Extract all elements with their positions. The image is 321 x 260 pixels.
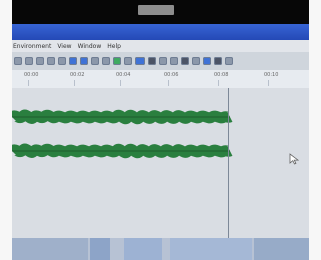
ruler-tick [168, 80, 169, 86]
glue-tool-icon[interactable] [69, 57, 77, 65]
ruler-tick [268, 80, 269, 86]
transport-icon[interactable] [214, 57, 222, 65]
track-icon[interactable] [203, 57, 211, 65]
menu-window[interactable]: Window [77, 43, 103, 50]
ruler-label: 00:02 [70, 72, 85, 78]
audio-track[interactable] [12, 134, 309, 168]
window-titlebar [12, 24, 309, 40]
loop-icon[interactable] [135, 57, 145, 65]
bottom-panel [12, 238, 309, 260]
waveform-icon[interactable] [192, 57, 200, 65]
menu-environment[interactable]: Environment [12, 43, 52, 50]
mouse-cursor-icon [289, 153, 299, 165]
waveform-region[interactable] [12, 134, 309, 168]
menu-view[interactable]: View [56, 43, 72, 50]
monitor-bezel-right [309, 0, 321, 260]
bottom-tab[interactable] [170, 238, 252, 260]
monitor-badge [138, 5, 174, 15]
text-tool-icon[interactable] [47, 57, 55, 65]
ruler-tick [218, 80, 219, 86]
ruler-label: 00:04 [116, 72, 131, 78]
mixer-icon[interactable] [124, 57, 132, 65]
midi-icon[interactable] [159, 57, 167, 65]
metronome-icon[interactable] [113, 57, 121, 65]
monitor-bezel-top [0, 0, 321, 24]
menu-help[interactable]: Help [106, 43, 122, 50]
eraser-tool-icon[interactable] [36, 57, 44, 65]
ruler-tick [120, 80, 121, 86]
ruler-label: 00:08 [214, 72, 229, 78]
transport-control[interactable] [90, 238, 110, 260]
ruler-label: 00:06 [164, 72, 179, 78]
menu-bar: Environment View Window Help [12, 40, 309, 52]
bottom-tab[interactable] [254, 238, 309, 260]
photo-frame: Environment View Window Help 00:00 00:02… [0, 0, 321, 260]
editor-icon[interactable] [225, 57, 233, 65]
pencil-tool-icon[interactable] [25, 57, 33, 65]
ruler-label: 00:10 [264, 72, 279, 78]
daw-screen: Environment View Window Help 00:00 00:02… [12, 24, 309, 260]
hand-tool-icon[interactable] [102, 57, 110, 65]
record-icon[interactable] [148, 57, 156, 65]
transport-panel[interactable] [12, 238, 88, 260]
scissors-tool-icon[interactable] [58, 57, 66, 65]
pointer-tool-icon[interactable] [14, 57, 22, 65]
settings-icon[interactable] [181, 57, 189, 65]
ruler-tick [74, 80, 75, 86]
playhead[interactable] [228, 88, 229, 238]
zoom-tool-icon[interactable] [91, 57, 99, 65]
grid-icon[interactable] [170, 57, 178, 65]
audio-track[interactable] [12, 100, 309, 134]
ruler-tick [28, 80, 29, 86]
ruler-label: 00:00 [24, 72, 39, 78]
toolbar [12, 52, 309, 70]
timeline-ruler: 00:00 00:02 00:04 00:06 00:08 00:10 [12, 70, 309, 89]
mute-tool-icon[interactable] [80, 57, 88, 65]
waveform-region[interactable] [12, 100, 309, 134]
tracks-area [12, 88, 309, 238]
monitor-bezel-left [0, 0, 12, 260]
bottom-tab[interactable] [124, 238, 162, 260]
